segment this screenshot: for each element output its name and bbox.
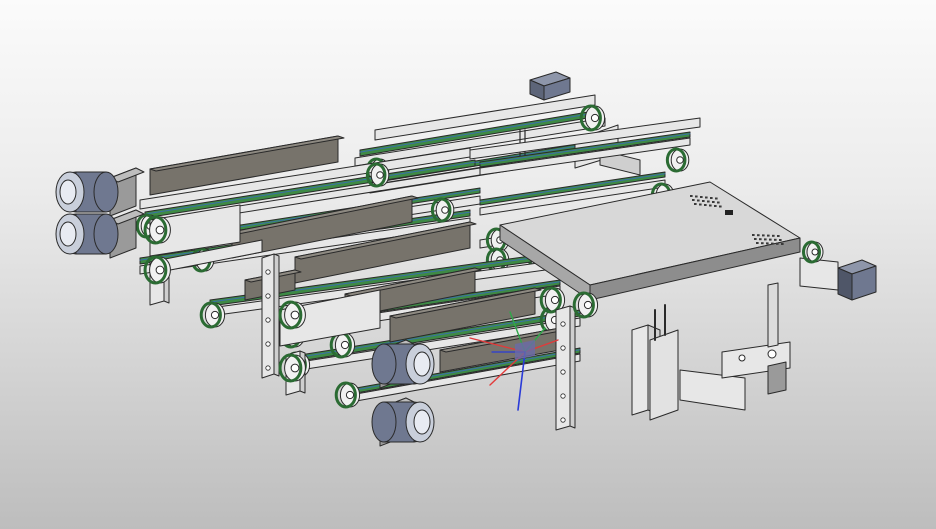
vent-hole [767,234,770,237]
vertical-guide-rod [767,282,779,348]
vent-hole [762,234,765,237]
post-hole [560,417,566,423]
vent-hole [715,197,718,200]
pulley-icon [278,353,306,383]
vent-hole [772,234,775,237]
post-hole [265,293,271,299]
pulley-hub [210,310,220,320]
motor-icon [371,339,435,389]
post-hole [265,317,271,323]
motor-icon [55,167,145,217]
vent-hole [764,238,767,241]
vent-hole [692,199,695,201]
post-hole [560,393,566,399]
vent-hole [777,235,780,237]
pulley-hub [376,171,384,179]
motor-icon [55,209,145,259]
motor-body-front [371,401,397,443]
vent-hole [714,205,717,207]
pulley-hub [155,265,165,275]
vent-hole [766,242,769,245]
cylinder-body-2 [649,329,679,421]
conveyor-assembly-model[interactable] [0,0,936,529]
sensor-hole [738,354,746,362]
vent-hole [754,238,757,240]
post-hole [560,369,566,375]
post-side [569,305,576,429]
pulley-hub [290,310,300,320]
vent-hole [694,203,697,205]
pulley-hub [441,206,449,214]
pulley-icon [572,291,599,319]
motor-icon [529,71,571,101]
vent-hole [771,242,774,245]
vent-hole [774,238,777,241]
vent-hole [700,196,703,198]
post-hole [560,321,566,327]
pulley-hub [345,390,355,400]
vent-hole [756,242,759,244]
motor-icon [837,259,877,301]
motor-end-cap-inner [413,409,431,435]
pulley-icon [802,240,824,264]
stepper-side [837,267,853,301]
vent-hole [712,201,715,203]
vent-hole [709,204,712,207]
cylinder-body [631,324,649,416]
motor-icon [371,397,435,447]
pulley-icon [199,301,226,329]
cad-viewport[interactable] [0,0,936,529]
pulley-icon [665,147,690,173]
vent-hole [699,203,702,206]
vent-hole [769,238,772,241]
pulley-hub [550,295,560,305]
pulley-hub [290,363,300,373]
pulley-hub [811,248,819,256]
vent-hole [776,242,779,245]
cylinder-icon [631,282,791,421]
pulley-hub [340,340,350,350]
motor-bracket [799,257,839,291]
pulley-hub [155,225,165,235]
indicator-slot [725,210,733,215]
pulley-icon [365,162,390,188]
vent-hole [761,242,764,245]
vent-hole [719,205,722,208]
pulley-icon [334,381,361,409]
vent-hole [710,197,713,199]
motor-body-front [93,213,119,255]
vent-hole [779,239,782,241]
sensor-hole [767,349,777,359]
post-hole [560,345,566,351]
guide-base [767,361,787,395]
vent-hole [781,243,784,245]
post-hole [265,365,271,371]
vent-hole [695,195,698,198]
post-hole [265,341,271,347]
motor-end-cap-inner [59,179,77,205]
vent-hole [690,195,693,197]
vent-hole [704,204,707,206]
motor-body-front [93,171,119,213]
pulley-hub [590,113,600,123]
frame-post [261,253,280,379]
pulley-hub [583,300,593,310]
frame-post [555,305,576,431]
vent-hole [717,201,720,204]
motor-end-cap-inner [413,351,431,377]
vent-hole [702,200,705,202]
vent-hole [759,238,762,241]
pulley-hub [676,156,684,164]
post-hole [265,269,271,275]
vent-hole [752,234,755,236]
motor-body-front [371,343,397,385]
vent-hole [697,199,700,202]
post-side [273,253,280,377]
vent-hole [757,234,760,237]
motor-end-cap-inner [59,221,77,247]
vent-hole [707,200,710,203]
vent-hole [705,196,708,199]
